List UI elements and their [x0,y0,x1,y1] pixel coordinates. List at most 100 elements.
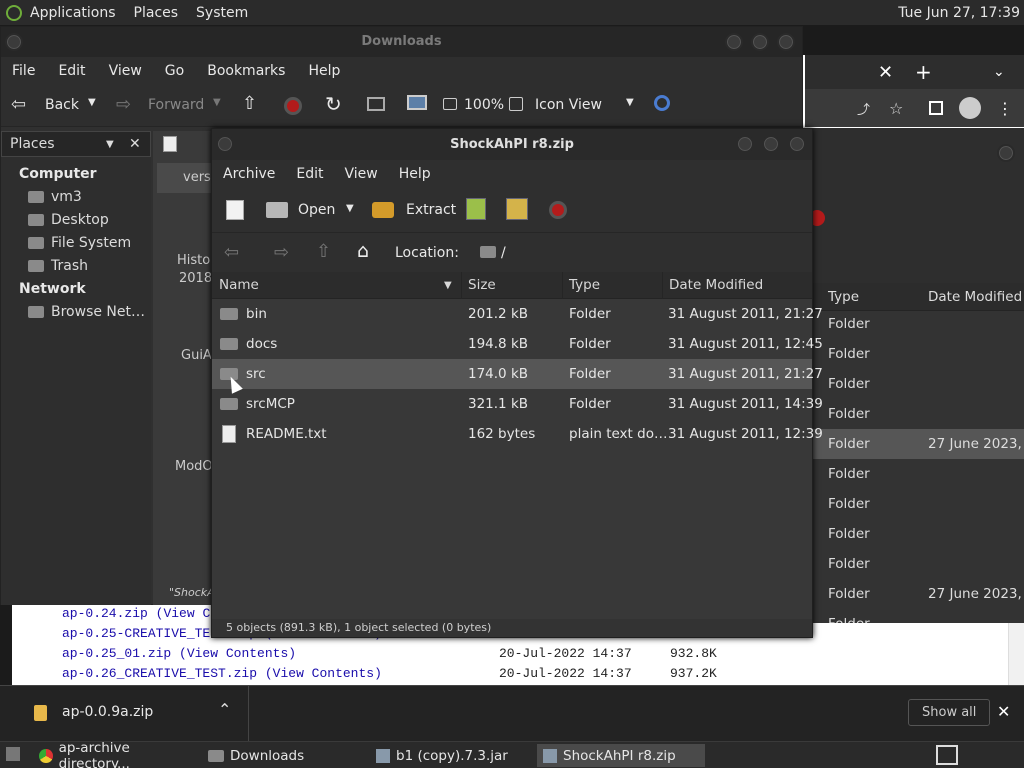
menu-bookmarks[interactable]: Bookmarks [207,63,285,79]
home-icon[interactable] [367,97,385,111]
extract-button[interactable]: Extract [406,202,456,218]
file-link[interactable]: ap-0.25_01.zip [62,646,171,661]
zoom-out-icon[interactable] [443,98,457,110]
zoom-level[interactable]: 100% [464,97,504,113]
menu-archive[interactable]: Archive [223,166,275,182]
close-button[interactable] [788,135,806,153]
chevron-up-icon[interactable]: ⌃ [218,700,231,719]
new-tab-icon[interactable]: + [915,60,932,84]
stop-icon[interactable] [284,97,302,115]
taskbar-item-downloads[interactable]: Downloads [202,744,362,767]
profile-avatar-icon[interactable] [959,97,981,119]
chevron-down-icon[interactable]: ▼ [106,139,114,150]
new-archive-icon[interactable] [226,200,244,220]
sidebar-item-file-system[interactable]: File System [28,235,131,251]
close-tab-icon[interactable]: ✕ [878,62,893,83]
list-item[interactable]: Folder 27 June 2023, 17 [813,429,1024,459]
view-contents-link[interactable]: (View Contents) [265,666,382,681]
up-arrow-icon[interactable]: ⇧ [316,241,331,262]
applications-menu[interactable]: Applications [30,5,116,21]
icon-label-partial[interactable]: Histor [177,253,216,268]
list-item[interactable]: Folder [813,399,1024,429]
sidebar-item-vm3[interactable]: vm3 [28,189,82,205]
open-icon[interactable] [266,202,288,218]
forward-arrow-icon[interactable]: ⇨ [274,242,289,263]
forward-button[interactable]: Forward [148,97,204,113]
list-item[interactable]: Folder [813,369,1024,399]
list-item[interactable]: Folder 27 June 2023, 17 [813,579,1024,609]
close-sidebar-icon[interactable]: ✕ [129,136,141,152]
menu-go[interactable]: Go [165,63,184,79]
sidebar-item-browse-network[interactable]: Browse Net… [28,304,145,320]
column-type[interactable]: Type [563,272,663,299]
file-row-selected[interactable]: src 174.0 kB Folder 31 August 2011, 21:2… [212,359,823,389]
open-dropdown-icon[interactable]: ▼ [346,203,354,214]
file-row[interactable]: docs 194.8 kB Folder 31 August 2011, 12:… [212,329,823,359]
maximize-button[interactable] [762,135,780,153]
file-row[interactable]: README.txt 162 bytes plain text do… 31 A… [212,419,823,449]
list-item[interactable]: Folder [813,519,1024,549]
add-files-icon[interactable] [466,198,486,220]
location-path[interactable]: / [501,245,506,261]
window-titlebar[interactable]: Downloads [1,27,802,57]
menu-view[interactable]: View [345,166,378,182]
share-icon[interactable]: ⤴ [857,99,870,118]
menu-view[interactable]: View [109,63,142,79]
forward-dropdown-icon[interactable]: ▼ [213,97,221,108]
window-button-icon[interactable] [997,144,1015,162]
computer-icon[interactable] [407,95,427,110]
file-row[interactable]: srcMCP 321.1 kB Folder 31 August 2011, 1… [212,389,823,419]
show-desktop-icon[interactable] [6,747,20,761]
up-arrow-icon[interactable]: ⇧ [242,93,257,114]
minimize-button[interactable] [736,135,754,153]
column-name[interactable]: Name ▼ [212,272,462,299]
system-menu[interactable]: System [196,5,248,21]
listing-row[interactable]: ap-0.26_CREATIVE_TEST.zip (View Contents… [62,666,382,681]
column-size[interactable]: Size [462,272,563,299]
window-menu-icon[interactable] [5,33,23,51]
chevron-down-icon[interactable]: ⌄ [993,64,1005,80]
close-button[interactable] [777,33,795,51]
search-icon[interactable] [654,95,670,111]
bookmark-star-icon[interactable]: ☆ [889,99,903,118]
maximize-button[interactable] [751,33,769,51]
show-all-button[interactable]: Show all [908,699,991,726]
reload-icon[interactable]: ↻ [325,92,342,116]
back-arrow-icon[interactable]: ⇦ [224,242,239,263]
window-titlebar[interactable]: ShockAhPI r8.zip [212,129,812,160]
file-link[interactable]: ap-0.24.zip [62,606,148,621]
sidebar-item-desktop[interactable]: Desktop [28,212,109,228]
column-date[interactable]: Date Modified [663,272,812,299]
minimize-button[interactable] [725,33,743,51]
add-folder-icon[interactable] [506,198,528,220]
stop-icon[interactable] [549,201,567,219]
edit-icon[interactable] [163,136,177,152]
back-arrow-icon[interactable]: ⇦ [11,94,26,115]
zoom-in-icon[interactable] [509,97,523,111]
menu-edit[interactable]: Edit [58,63,85,79]
menu-help[interactable]: Help [399,166,431,182]
taskbar-item-jar[interactable]: b1 (copy).7.3.jar [370,744,530,767]
column-date[interactable]: Date Modified [928,283,1022,311]
workspace-switcher[interactable] [936,745,958,765]
file-link[interactable]: ap-0.26_CREATIVE_TEST.zip [62,666,257,681]
forward-arrow-icon[interactable]: ⇨ [116,94,131,115]
listing-row[interactable]: ap-0.25_01.zip (View Contents) [62,646,296,661]
extract-icon[interactable] [372,202,394,218]
list-item[interactable]: Folder [813,339,1024,369]
download-item-name[interactable]: ap-0.0.9a.zip [62,704,153,720]
file-row[interactable]: bin 201.2 kB Folder 31 August 2011, 21:2… [212,299,823,329]
sidebar-item-trash[interactable]: Trash [28,258,88,274]
icon-label-partial[interactable]: ModO [175,459,213,474]
sidepanel-icon[interactable] [929,101,943,115]
view-mode-dropdown-icon[interactable]: ▼ [626,97,634,108]
places-menu[interactable]: Places [134,5,179,21]
tab-partial[interactable]: versi [157,163,215,193]
list-item[interactable]: Folder [813,489,1024,519]
list-item[interactable]: Folder [813,309,1024,339]
menu-help[interactable]: Help [308,63,340,79]
close-download-bar-icon[interactable]: ✕ [997,702,1010,721]
taskbar-item-zip[interactable]: ShockAhPI r8.zip [537,744,705,767]
column-type[interactable]: Type [828,283,859,311]
menu-file[interactable]: File [12,63,35,79]
